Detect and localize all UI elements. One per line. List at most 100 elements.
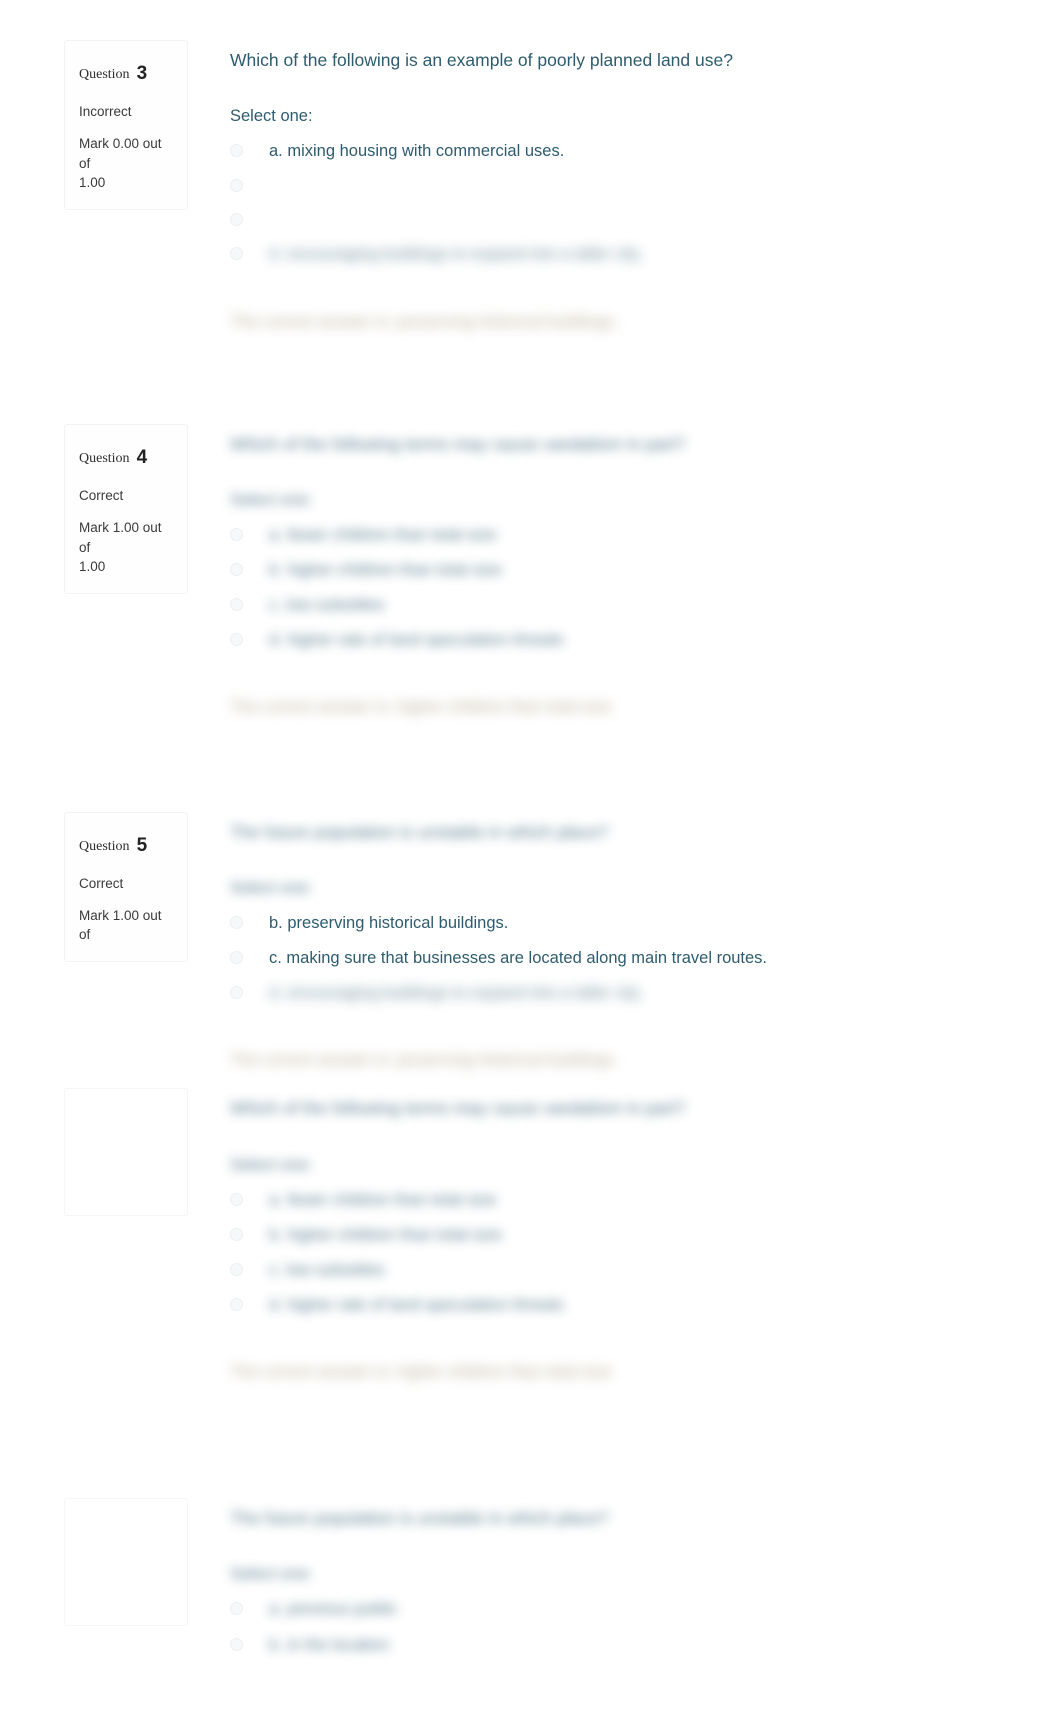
question-content: Which of the following terms may cause v… [230, 424, 1062, 720]
question-grade-line-1: Mark 0.00 out of [79, 136, 162, 171]
answer-option[interactable] [230, 209, 1002, 231]
radio-button-icon[interactable] [230, 986, 243, 1000]
select-one-label: Select one: [230, 107, 313, 126]
radio-button-icon[interactable] [230, 1227, 243, 1241]
answer-option-label: c. low subsidies [269, 596, 385, 615]
question-grade: Mark 1.00 out of 1.00 [79, 518, 173, 577]
question-block: Question 5 Correct Mark 1.00 out of The futu… [0, 811, 1062, 1073]
answer-option-label: a. mixing housing with commercial uses. [269, 142, 565, 161]
radio-button-icon[interactable] [230, 1262, 243, 1276]
question-number-line: Question 4 [79, 439, 173, 476]
answer-options-list: a. mixing housing with commercial uses. d… [230, 140, 1002, 266]
answer-option-label: c. low subsidies [269, 1260, 385, 1279]
question-content: The future population is unstable in whi… [230, 812, 1062, 1073]
radio-button-icon[interactable] [230, 247, 243, 261]
question-stem: Which of the following is an example of … [230, 50, 733, 70]
answer-option-label: b. in the location [269, 1635, 390, 1654]
answer-option[interactable]: d. higher rate of land speculation threa… [230, 629, 1002, 652]
answer-option[interactable]: b. higher children than total size [230, 559, 1002, 582]
question-grade-line-1: Mark 1.00 out of [79, 520, 162, 555]
answer-option[interactable]: a. fewer children than total size [230, 1189, 1002, 1212]
answer-option[interactable]: d. encouraging buildings to expand into … [230, 243, 1002, 266]
question-block: Which of the following terms may cause v… [0, 1088, 1062, 1384]
question-block: Question 3 Incorrect Mark 0.00 out of 1.00 Wh… [0, 40, 1062, 334]
answer-options-list: a. fewer children than total size b. high… [230, 1189, 1002, 1317]
select-one-label: Select one: [230, 878, 313, 897]
answer-option[interactable]: b. preserving historical buildings. [230, 912, 1002, 935]
answer-option[interactable]: a. previous public [230, 1598, 1002, 1621]
question-grade-line-2: 1.00 [79, 559, 106, 575]
radio-button-icon[interactable] [230, 179, 243, 193]
correct-answer-feedback: The correct answer is: preserving histor… [230, 312, 618, 331]
answer-option[interactable]: c. low subsidies [230, 594, 1002, 617]
radio-button-icon[interactable] [230, 1602, 243, 1616]
radio-button-icon[interactable] [230, 633, 243, 647]
answer-option[interactable]: c. low subsidies [230, 1259, 1002, 1282]
question-content: The future population is unstable in whi… [230, 1498, 1062, 1669]
question-stem: Which of the following terms may cause v… [230, 433, 686, 454]
question-grade: Mark 1.00 out of [79, 906, 173, 945]
question-stem: The future population is unstable in whi… [230, 821, 609, 842]
question-number-line: Question 3 [79, 55, 173, 92]
question-state: Incorrect [79, 104, 132, 120]
answer-option[interactable]: c. making sure that businesses are locat… [230, 947, 1002, 970]
answer-option[interactable] [230, 175, 1002, 197]
radio-button-icon[interactable] [230, 950, 243, 964]
question-state: Correct [79, 875, 124, 891]
answer-options-list: a. previous public b. in the location [230, 1598, 1002, 1656]
correct-answer-feedback: The correct answer is: preserving histor… [230, 1051, 618, 1070]
radio-button-icon[interactable] [230, 563, 243, 577]
radio-button-icon[interactable] [230, 1297, 243, 1311]
question-content: Which of the following terms may cause v… [230, 1088, 1062, 1384]
question-info-panel: Question 3 Incorrect Mark 0.00 out of 1.00 [64, 40, 188, 211]
select-one-label: Select one: [230, 1155, 313, 1174]
question-word-label: Question [79, 838, 130, 854]
answer-option-label: b. higher children than total size [269, 561, 502, 580]
answer-option[interactable]: d. encouraging buildings to expand into … [230, 982, 1002, 1005]
radio-button-icon[interactable] [230, 1637, 243, 1651]
radio-button-icon[interactable] [230, 528, 243, 542]
question-number-line: Question 5 [79, 827, 173, 864]
question-list: Question 3 Incorrect Mark 0.00 out of 1.00 Wh… [0, 40, 1062, 1669]
answer-option-label: b. preserving historical buildings. [269, 913, 509, 932]
question-stem: Which of the following terms may cause v… [230, 1098, 686, 1119]
answer-option[interactable]: a. mixing housing with commercial uses. [230, 140, 1002, 163]
question-content: Which of the following is an example of … [230, 40, 1062, 334]
answer-option[interactable]: b. in the location [230, 1634, 1002, 1657]
question-grade: Mark 0.00 out of 1.00 [79, 134, 173, 193]
question-stem: The future population is unstable in whi… [230, 1508, 609, 1529]
question-block: The future population is unstable in whi… [0, 1498, 1062, 1669]
answer-option-label: d. encouraging buildings to expand into … [269, 245, 643, 264]
answer-option-label: b. higher children than total size [269, 1225, 502, 1244]
radio-button-icon[interactable] [230, 598, 243, 612]
question-word-label: Question [79, 67, 130, 82]
question-number: 3 [136, 63, 148, 84]
answer-option-label: d. higher rate of land speculation threa… [269, 631, 564, 650]
radio-button-icon[interactable] [230, 915, 243, 929]
answer-option[interactable]: a. fewer children than total size [230, 524, 1002, 547]
answer-option[interactable]: d. higher rate of land speculation threa… [230, 1294, 1002, 1317]
answer-option[interactable]: b. higher children than total size [230, 1224, 1002, 1247]
question-info-panel [64, 1088, 188, 1217]
radio-button-icon[interactable] [230, 144, 243, 158]
answer-option-label: d. higher rate of land speculation threa… [269, 1295, 564, 1314]
answer-option-label: c. making sure that businesses are locat… [269, 948, 768, 967]
question-info-panel [64, 1498, 188, 1627]
answer-option-label: a. fewer children than total size [269, 1190, 497, 1209]
question-number: 5 [136, 834, 148, 856]
quiz-review-page: Question 3 Incorrect Mark 0.00 out of 1.00 Wh… [0, 40, 1062, 1724]
select-one-label: Select one: [230, 1565, 313, 1584]
question-grade-line-2: 1.00 [79, 175, 106, 191]
answer-options-list: a. fewer children than total size b. high… [230, 524, 1002, 652]
question-info-panel: Question 5 Correct Mark 1.00 out of [64, 811, 188, 962]
correct-answer-feedback: The correct answer is: higher children t… [230, 698, 612, 717]
question-number: 4 [136, 446, 148, 468]
radio-button-icon[interactable] [230, 213, 243, 227]
answer-option-label: d. encouraging buildings to expand into … [269, 984, 643, 1003]
radio-button-icon[interactable] [230, 1192, 243, 1206]
question-state: Correct [79, 487, 124, 503]
select-one-label: Select one: [230, 491, 313, 510]
question-grade-line-1: Mark 1.00 out of [79, 907, 162, 943]
answer-option-label: a. fewer children than total size [269, 526, 497, 545]
answer-option-label: a. previous public [269, 1600, 398, 1619]
